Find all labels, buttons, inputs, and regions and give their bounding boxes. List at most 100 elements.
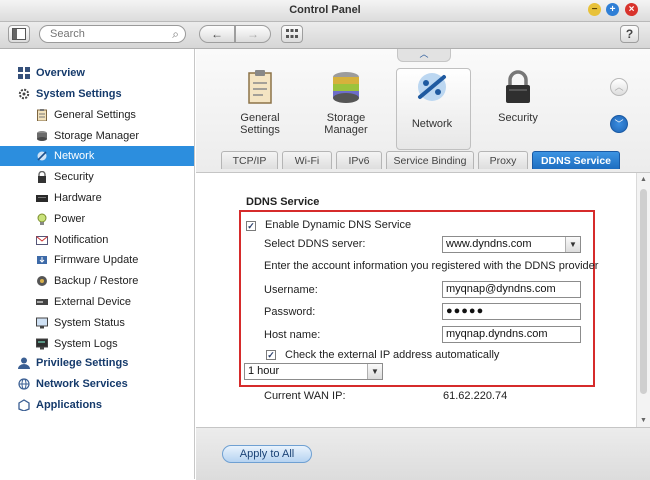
gear-icon: [18, 88, 30, 100]
backup-icon: [37, 276, 47, 286]
check-ip-checkbox[interactable]: ✓: [266, 350, 276, 360]
wan-ip-label: Current WAN IP:: [264, 390, 346, 402]
wan-ip-value: 61.62.220.74: [443, 390, 508, 402]
collapse-chevron-icon[interactable]: ︿: [397, 49, 451, 62]
tab-proxy[interactable]: Proxy: [478, 151, 528, 169]
username-label: Username:: [264, 284, 318, 296]
chevron-up-icon: ︿: [614, 82, 624, 92]
sidebar: Overview System Settings General Setting…: [0, 49, 195, 479]
back-arrow-icon: ←: [211, 27, 223, 41]
scroll-down-button[interactable]: ﹀: [610, 115, 628, 133]
logs-icon: [36, 338, 48, 350]
sidebar-item-hardware[interactable]: Hardware: [0, 188, 194, 208]
users-icon: [18, 357, 30, 369]
sidebar-item-notification[interactable]: Notification: [0, 230, 194, 250]
sidebar-item-system-status[interactable]: System Status: [0, 313, 194, 333]
sidebar-item-external-device[interactable]: External Device: [0, 292, 194, 312]
lock-icon: [506, 70, 530, 103]
chevron-down-icon: ﹀: [614, 119, 624, 129]
sidebar-item-system-settings[interactable]: System Settings: [0, 84, 194, 104]
window-title: Control Panel: [289, 4, 361, 16]
apps-grid-button[interactable]: [281, 25, 303, 43]
chevron-down-icon[interactable]: ▼: [565, 237, 580, 252]
search-icon[interactable]: ⌕: [172, 27, 179, 42]
apply-to-all-button[interactable]: Apply to All: [222, 445, 312, 463]
lock-icon: [38, 171, 46, 183]
firmware-icon: [37, 256, 47, 264]
scroll-up-button[interactable]: ︿: [610, 78, 628, 96]
content-scrollbar[interactable]: ▲ ▼: [636, 173, 650, 427]
sidebar-item-applications[interactable]: Applications: [0, 395, 194, 415]
interval-select[interactable]: 1 hour ▼: [244, 363, 383, 380]
sidebar-item-storage-manager[interactable]: Storage Manager: [0, 126, 194, 146]
sidebar-item-privilege-settings[interactable]: Privilege Settings: [0, 353, 194, 373]
toolbar: ⌕ ← → ?: [0, 22, 650, 49]
category-network[interactable]: Network: [397, 69, 467, 130]
forward-arrow-icon: →: [247, 27, 259, 41]
network-icon: [418, 73, 446, 101]
tab-ipv6[interactable]: IPv6: [336, 151, 382, 169]
help-button[interactable]: ?: [620, 25, 639, 43]
category-icon-bar: ︿ General Settings Storage Manager Netwo…: [196, 49, 650, 173]
check-ip-label: Check the external IP address automatica…: [285, 349, 500, 361]
apps-icon: [18, 399, 30, 411]
category-security[interactable]: Security: [483, 69, 553, 124]
enable-ddns-checkbox[interactable]: ✓: [246, 221, 256, 231]
bulb-icon: [37, 213, 47, 225]
sidebar-item-system-logs[interactable]: System Logs: [0, 334, 194, 354]
ddns-server-value: www.dyndns.com: [446, 238, 532, 250]
back-button[interactable]: ←: [199, 25, 235, 43]
tab-wi-fi[interactable]: Wi-Fi: [282, 151, 332, 169]
storage-icon: [333, 72, 359, 103]
category-storage-manager[interactable]: Storage Manager: [311, 69, 381, 136]
globe-icon: [18, 378, 30, 390]
category-label: Storage Manager: [324, 112, 368, 136]
maximize-icon[interactable]: +: [606, 3, 619, 16]
forward-button[interactable]: →: [235, 25, 271, 43]
clipboard-icon: [248, 70, 272, 104]
chevron-down-icon[interactable]: ▼: [367, 364, 382, 379]
footer-bar: Apply to All: [196, 427, 650, 480]
monitor-icon: [36, 317, 48, 329]
device-icon: [36, 299, 48, 305]
sidebar-item-network[interactable]: Network: [0, 146, 194, 166]
scroll-up-arrow-icon[interactable]: ▲: [640, 176, 647, 183]
sidebar-item-network-services[interactable]: Network Services: [0, 374, 194, 394]
sidebar-item-security[interactable]: Security: [0, 167, 194, 187]
search-input[interactable]: [50, 27, 165, 41]
section-title: DDNS Service: [246, 196, 320, 208]
minimize-icon[interactable]: −: [588, 3, 601, 16]
username-field[interactable]: myqnap@dyndns.com: [442, 281, 581, 298]
sidebar-item-overview[interactable]: Overview: [0, 63, 194, 83]
password-field[interactable]: ●●●●●: [442, 303, 581, 320]
sidebar-item-firmware-update[interactable]: Firmware Update: [0, 250, 194, 270]
interval-value: 1 hour: [248, 365, 280, 377]
grid-icon: [18, 67, 30, 79]
tab-service-binding[interactable]: Service Binding: [386, 151, 474, 169]
sidebar-toggle-button[interactable]: [8, 25, 30, 43]
tab-tcp-ip[interactable]: TCP/IP: [221, 151, 278, 169]
tab-ddns-service[interactable]: DDNS Service: [532, 151, 620, 169]
sidebar-layout-icon: [12, 28, 26, 40]
category-label: Network: [411, 118, 453, 130]
ddns-content: DDNS Service ✓ Enable Dynamic DNS Servic…: [196, 173, 636, 427]
scroll-down-arrow-icon[interactable]: ▼: [640, 417, 647, 424]
sidebar-item-general-settings[interactable]: General Settings: [0, 105, 194, 125]
clipboard-icon: [37, 109, 47, 121]
search-box[interactable]: ⌕: [39, 25, 186, 43]
category-label: General Settings: [240, 112, 280, 136]
ddns-server-select[interactable]: www.dyndns.com ▼: [442, 236, 581, 253]
grid-dots-icon: [286, 29, 298, 38]
enable-ddns-label: Enable Dynamic DNS Service: [265, 219, 412, 231]
sidebar-item-power[interactable]: Power: [0, 209, 194, 229]
scroll-thumb[interactable]: [640, 189, 647, 394]
close-icon[interactable]: ×: [625, 3, 638, 16]
help-icon: ?: [625, 27, 634, 41]
password-label: Password:: [264, 306, 316, 318]
hostname-field[interactable]: myqnap.dyndns.com: [442, 326, 581, 343]
category-general-settings[interactable]: General Settings: [225, 69, 295, 136]
storage-icon: [37, 131, 47, 141]
sidebar-item-backup-restore[interactable]: Backup / Restore: [0, 271, 194, 291]
main-panel: ︿ General Settings Storage Manager Netwo…: [196, 49, 650, 480]
title-bar: Control Panel − + ×: [0, 0, 650, 22]
